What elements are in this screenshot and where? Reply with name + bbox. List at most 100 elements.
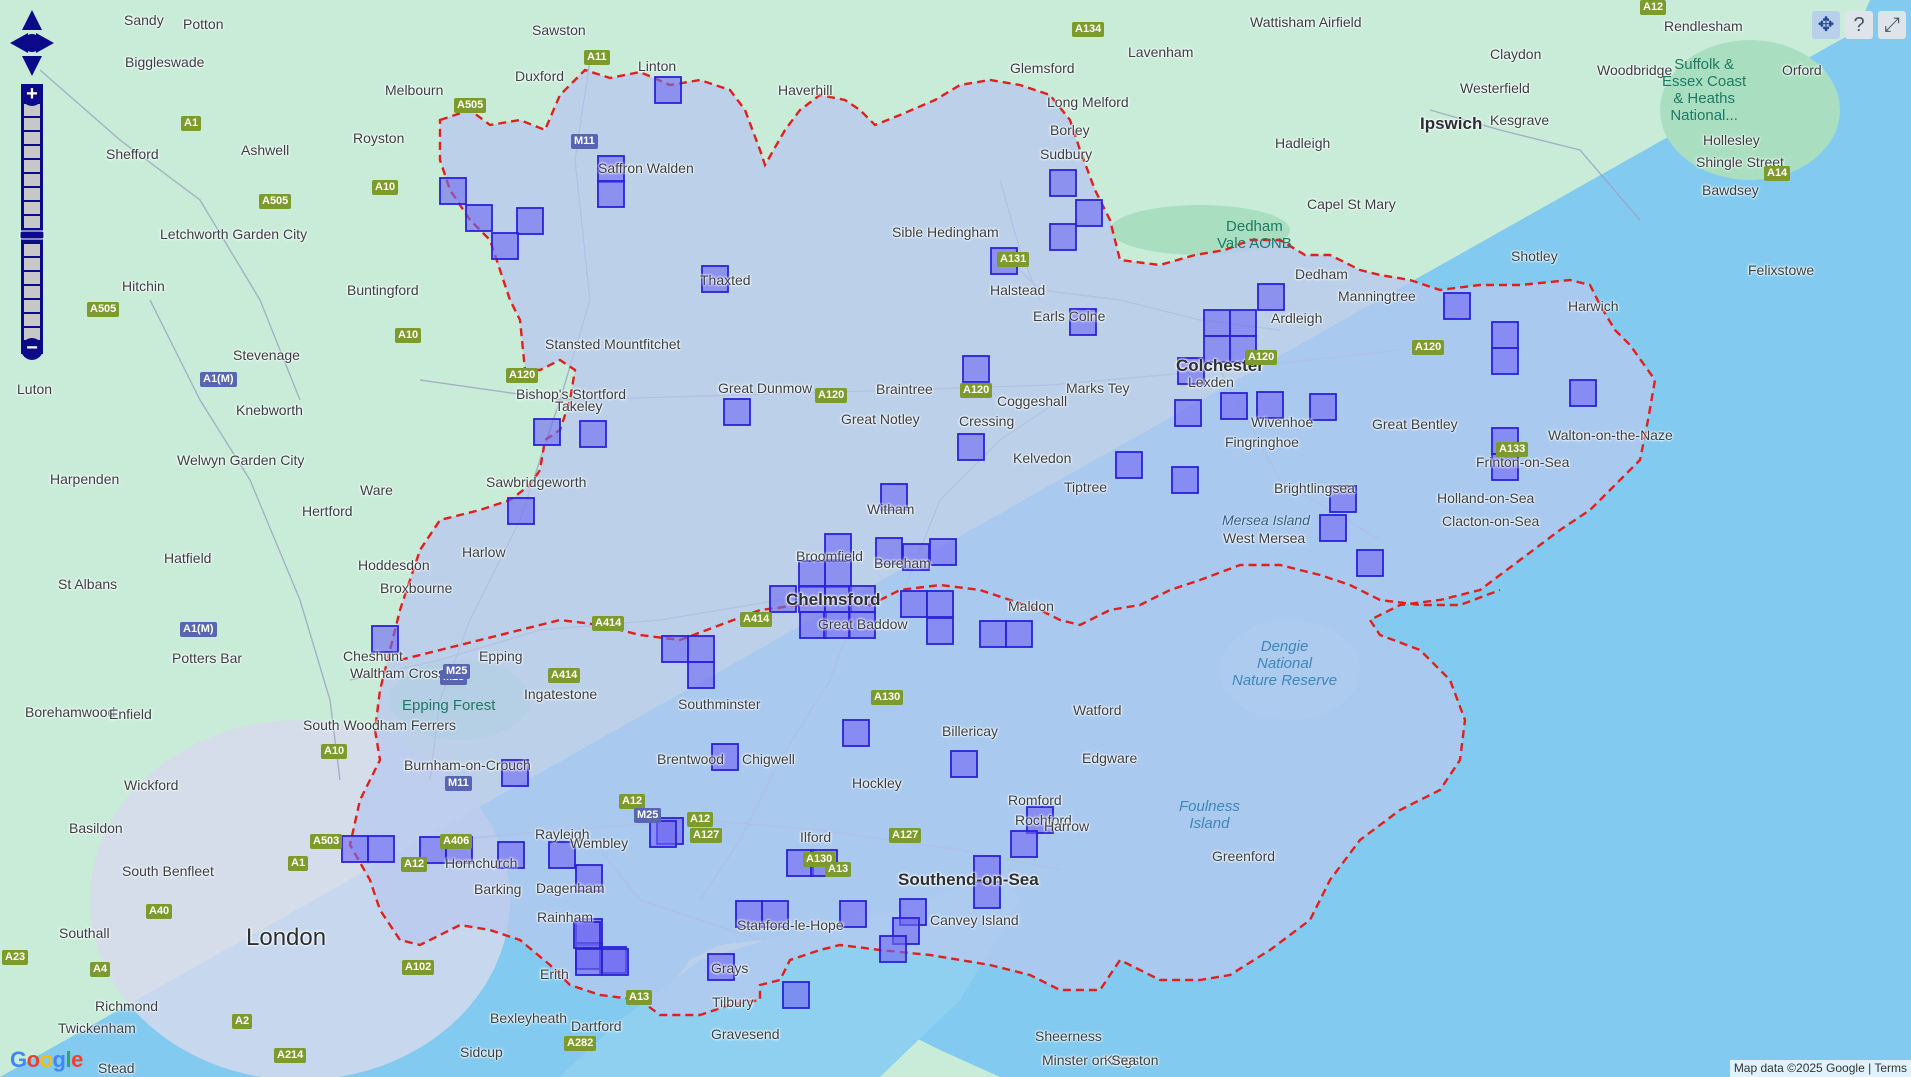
zoom-out-button[interactable]: − — [21, 338, 43, 360]
grid-square[interactable] — [1115, 451, 1143, 479]
grid-square[interactable] — [1491, 347, 1519, 375]
place-label: Harlow — [462, 544, 506, 560]
place-label: Barking — [474, 881, 522, 897]
place-label: Southall — [59, 925, 110, 941]
grid-square[interactable] — [661, 635, 689, 663]
place-label: Grays — [711, 960, 749, 976]
grid-square[interactable] — [798, 560, 826, 588]
grid-square[interactable] — [1049, 223, 1077, 251]
place-label: Shefford — [106, 146, 159, 162]
grid-square[interactable] — [1491, 321, 1519, 349]
road-shield: A282 — [564, 1036, 597, 1051]
zoom-slider-handle[interactable] — [19, 230, 45, 240]
grid-square[interactable] — [979, 620, 1007, 648]
grid-square[interactable] — [533, 418, 561, 446]
grid-square[interactable] — [1443, 292, 1471, 320]
place-label: Sawbridgeworth — [486, 474, 587, 490]
place-label: Shotley — [1511, 248, 1558, 264]
place-label: South Benfleet — [122, 863, 214, 879]
place-label: Sible Hedingham — [892, 224, 999, 240]
road-shield: A505 — [87, 302, 120, 317]
place-label: Luton — [17, 381, 53, 397]
place-label: Marks Tey — [1066, 380, 1130, 396]
grid-square[interactable] — [824, 560, 852, 588]
feature-label: Suffolk & Essex Coast & Heaths National.… — [1662, 56, 1747, 124]
grid-square[interactable] — [842, 719, 870, 747]
place-label: Halstead — [990, 282, 1046, 298]
grid-square[interactable] — [1569, 379, 1597, 407]
grid-square[interactable] — [649, 820, 677, 848]
grid-square[interactable] — [1174, 399, 1202, 427]
grid-square[interactable] — [573, 921, 601, 949]
grid-square[interactable] — [900, 590, 928, 618]
grid-square[interactable] — [654, 76, 682, 104]
grid-square[interactable] — [1356, 549, 1384, 577]
place-label: Great Bentley — [1372, 416, 1458, 432]
grid-square[interactable] — [516, 207, 544, 235]
grid-square[interactable] — [782, 981, 810, 1009]
grid-square[interactable] — [929, 538, 957, 566]
grid-square[interactable] — [491, 232, 519, 260]
feature-label: Foulness Island — [1179, 798, 1240, 832]
terms-link[interactable]: Terms — [1874, 1061, 1907, 1075]
grid-square[interactable] — [575, 948, 603, 976]
grid-square[interactable] — [601, 948, 629, 976]
grid-square[interactable] — [1203, 309, 1231, 337]
grid-square[interactable] — [579, 420, 607, 448]
grid-square[interactable] — [1171, 466, 1199, 494]
fullscreen-icon[interactable]: ⤢ — [1878, 11, 1906, 39]
place-label: Thaxted — [700, 272, 751, 288]
place-label: Wattisham Airfield — [1250, 14, 1362, 30]
grid-square[interactable] — [341, 835, 369, 863]
road-shield: A12 — [401, 857, 428, 872]
place-label: Walton-on-the-Naze — [1548, 427, 1673, 443]
grid-square[interactable] — [687, 661, 715, 689]
grid-square[interactable] — [1309, 393, 1337, 421]
move-icon[interactable]: ✥ — [1812, 11, 1840, 39]
grid-square[interactable] — [465, 204, 493, 232]
grid-square[interactable] — [723, 398, 751, 426]
road-shield: A12 — [619, 794, 646, 809]
zoom-in-button[interactable]: + — [21, 84, 43, 106]
road-shield: A12 — [687, 812, 714, 827]
road-shield: A1(M) — [180, 622, 217, 637]
place-label: Bexleyheath — [490, 1010, 568, 1026]
grid-square[interactable] — [1220, 392, 1248, 420]
road-shield: A13 — [626, 990, 653, 1005]
help-icon[interactable]: ? — [1845, 11, 1873, 39]
grid-square[interactable] — [367, 835, 395, 863]
grid-square[interactable] — [1319, 514, 1347, 542]
road-shield: A505 — [259, 194, 292, 209]
grid-square[interactable] — [879, 935, 907, 963]
place-label: Orford — [1782, 62, 1822, 78]
grid-square[interactable] — [926, 590, 954, 618]
grid-square[interactable] — [962, 355, 990, 383]
road-shield: M11 — [571, 134, 598, 149]
grid-square[interactable] — [1005, 620, 1033, 648]
place-label: Borehamwood — [25, 704, 116, 720]
place-label: Knebworth — [236, 402, 303, 418]
road-shield: A12 — [1640, 0, 1667, 15]
grid-square[interactable] — [950, 750, 978, 778]
grid-square[interactable] — [926, 617, 954, 645]
grid-square[interactable] — [1229, 309, 1257, 337]
road-shield: A127 — [889, 828, 922, 843]
place-label: Sidcup — [460, 1044, 503, 1060]
road-shield: A13 — [825, 862, 852, 877]
place-label: Biggleswade — [125, 54, 205, 70]
grid-square[interactable] — [1010, 830, 1038, 858]
grid-square[interactable] — [957, 433, 985, 461]
place-label: Basildon — [69, 820, 123, 836]
place-label: Dartford — [571, 1018, 622, 1034]
grid-square[interactable] — [507, 497, 535, 525]
grid-square[interactable] — [597, 180, 625, 208]
place-label: London — [246, 924, 327, 951]
grid-square[interactable] — [1257, 283, 1285, 311]
grid-square[interactable] — [439, 177, 467, 205]
road-shield: A102 — [402, 960, 435, 975]
grid-square[interactable] — [1075, 199, 1103, 227]
place-label: Westerfield — [1460, 80, 1530, 96]
grid-square[interactable] — [1049, 169, 1077, 197]
road-shield: A127 — [690, 828, 723, 843]
grid-square[interactable] — [687, 635, 715, 663]
